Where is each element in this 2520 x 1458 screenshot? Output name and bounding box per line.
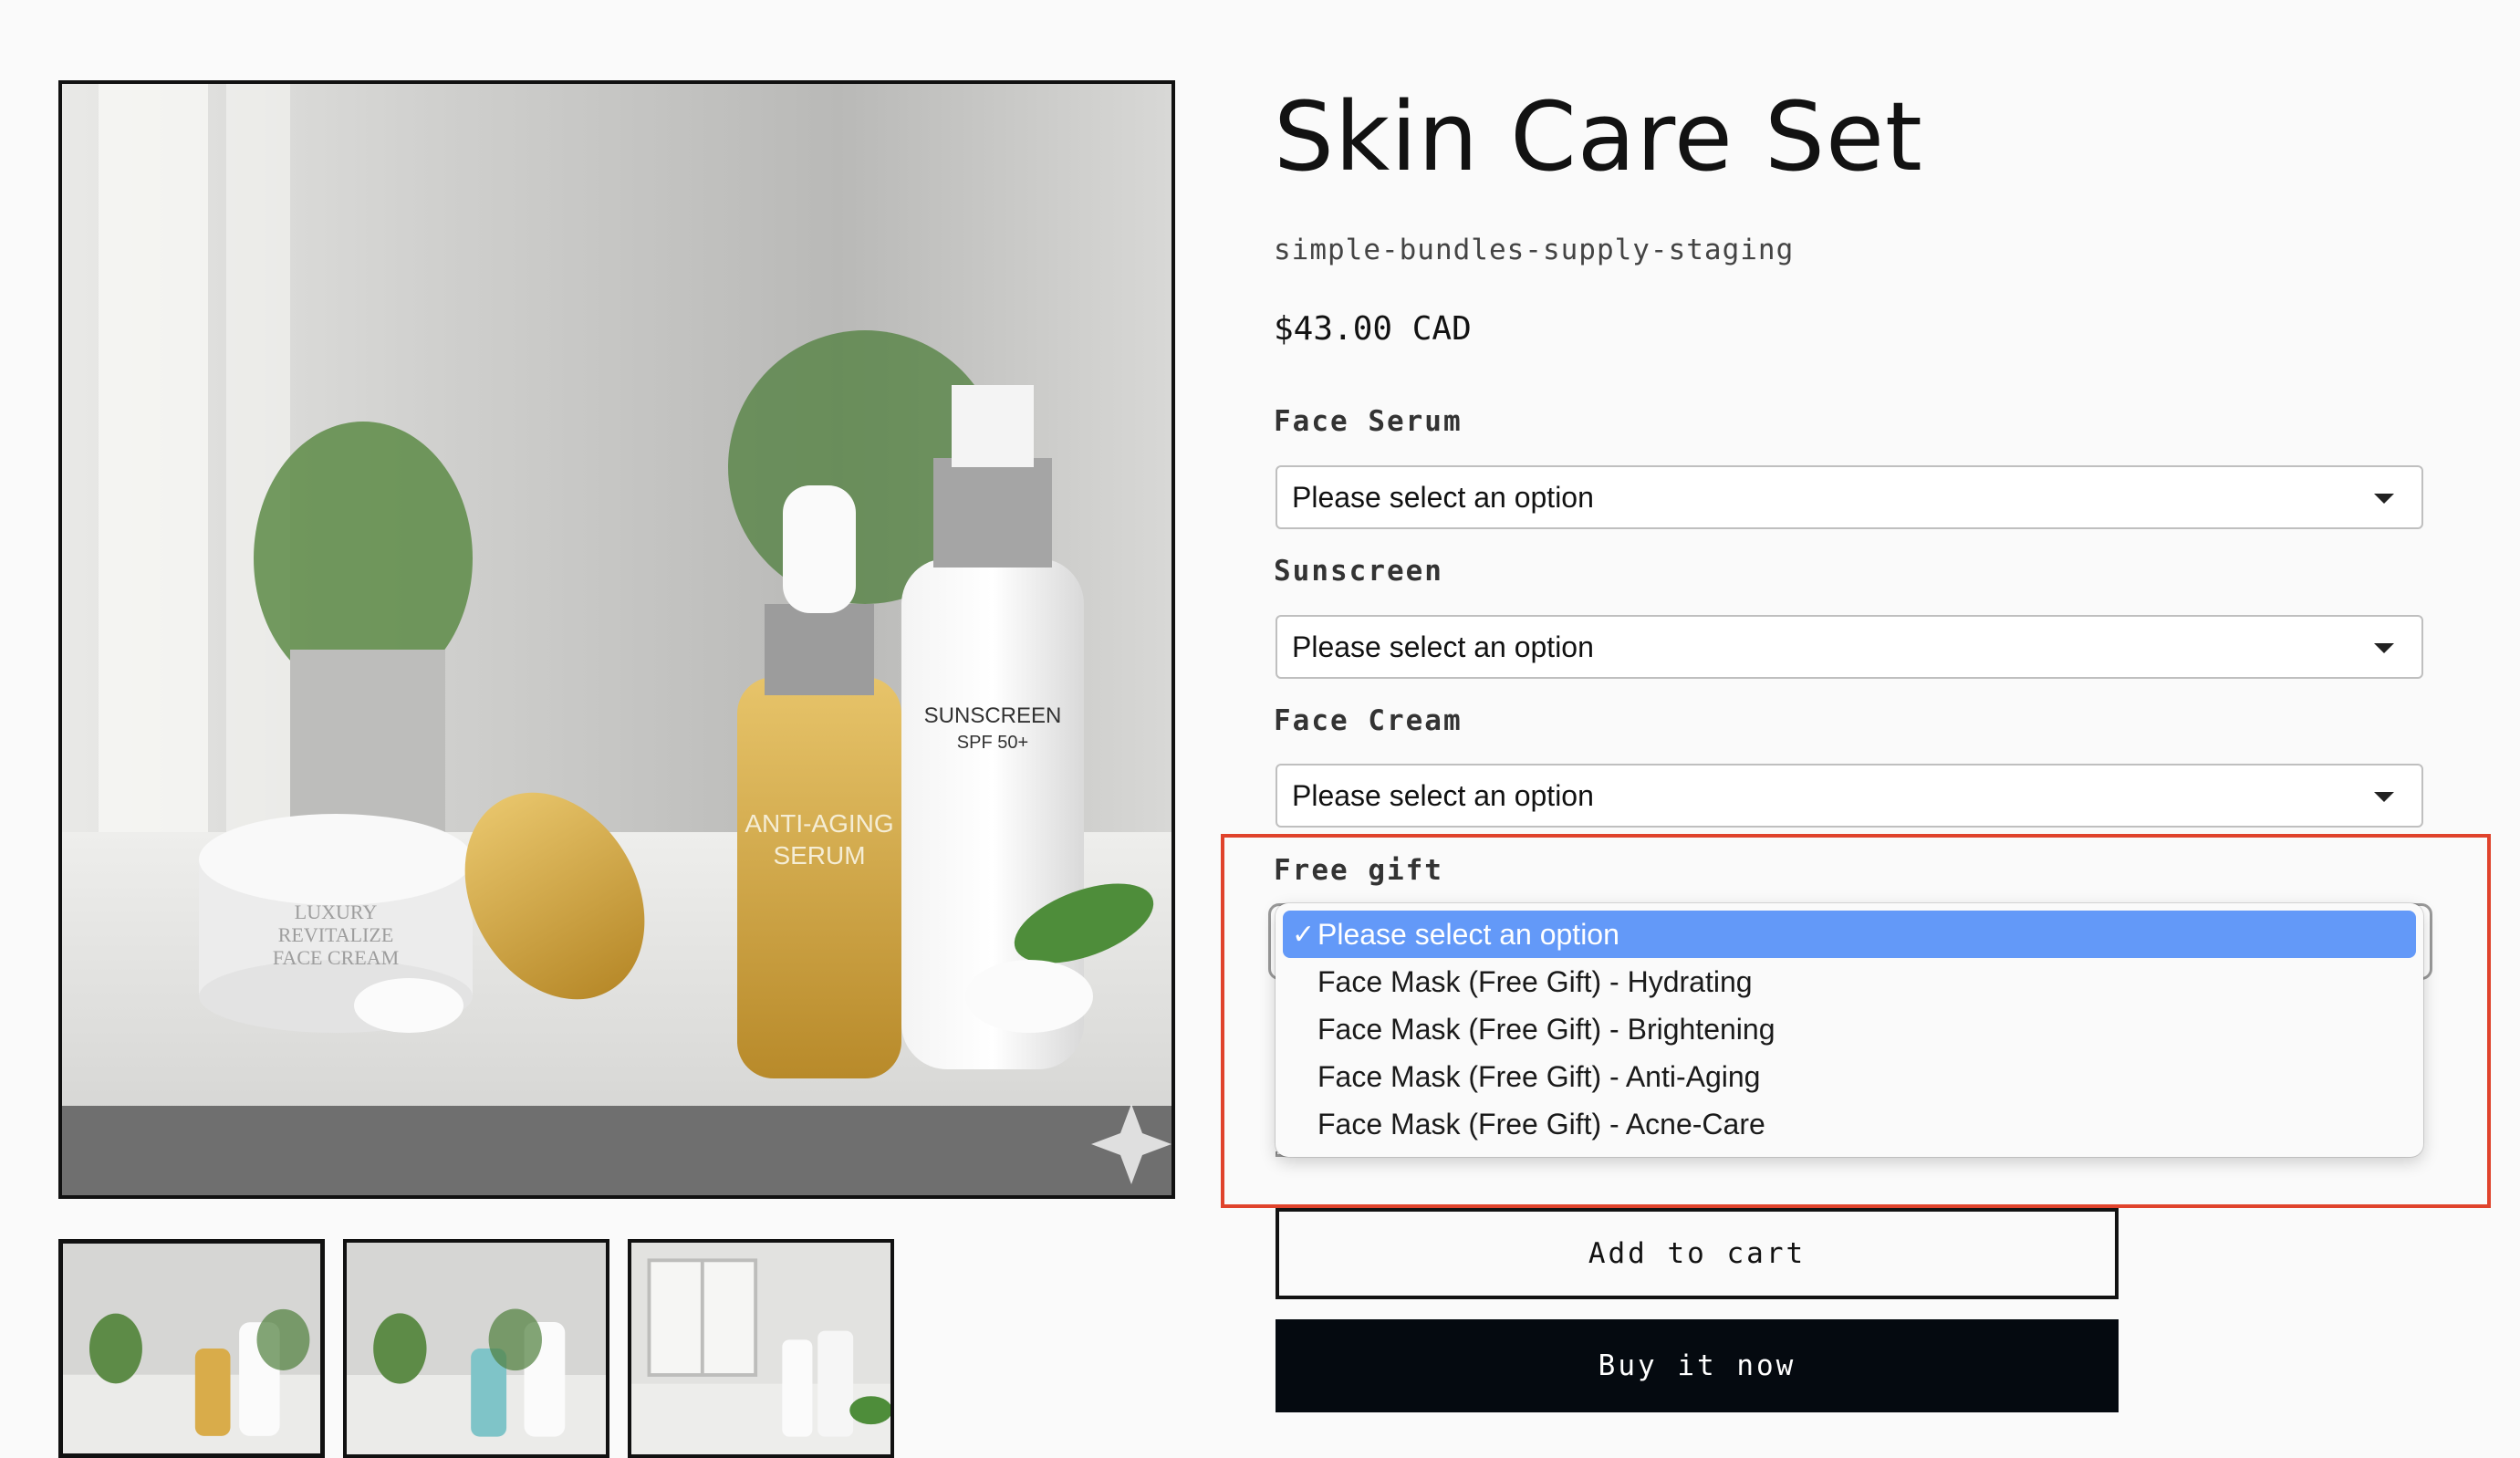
thumbnail-1[interactable] — [58, 1239, 325, 1458]
cream-label-3: FACE CREAM — [273, 946, 399, 969]
highlight-annotation-box — [1221, 834, 2491, 1208]
caret-down-icon — [2374, 494, 2394, 504]
spf-label: SPF 50+ — [957, 733, 1028, 753]
sunscreen-label: Sunscreen — [1274, 555, 1443, 588]
caret-down-icon — [2374, 643, 2394, 653]
serum-label-1: ANTI-AGING — [745, 809, 893, 838]
caret-down-icon — [2374, 792, 2394, 802]
face-serum-select[interactable]: Please select an option — [1276, 465, 2423, 529]
sunscreen-select[interactable]: Please select an option — [1276, 615, 2423, 679]
face-cream-label: Face Cream — [1274, 704, 1463, 737]
vendor-name: simple-bundles-supply-staging — [1274, 234, 1795, 266]
product-price: $43.00 CAD — [1274, 310, 1472, 348]
cream-label-1: LUXURY — [295, 901, 378, 923]
thumbnail-2[interactable] — [343, 1239, 609, 1458]
thumbnail-photo — [63, 1244, 320, 1453]
sunscreen-label: SUNSCREEN — [924, 703, 1062, 728]
cream-label-2: REVITALIZE — [278, 923, 394, 946]
face-cream-value: Please select an option — [1292, 778, 1594, 812]
add-to-cart-button[interactable]: Add to cart — [1276, 1208, 2119, 1299]
sunscreen-value: Please select an option — [1292, 630, 1594, 663]
serum-label-2: SERUM — [773, 841, 865, 870]
buy-it-now-button[interactable]: Buy it now — [1276, 1319, 2119, 1412]
product-main-image[interactable]: LUXURY REVITALIZE FACE CREAM ANTI-AGING … — [58, 80, 1175, 1199]
product-title: Skin Care Set — [1274, 81, 1923, 193]
thumbnail-3[interactable] — [628, 1239, 894, 1458]
thumbnail-photo — [347, 1243, 606, 1454]
face-cream-select[interactable]: Please select an option — [1276, 764, 2423, 828]
face-serum-label: Face Serum — [1274, 405, 1463, 438]
thumbnail-photo — [631, 1243, 890, 1454]
product-photo: LUXURY REVITALIZE FACE CREAM ANTI-AGING … — [62, 84, 1171, 1195]
face-serum-value: Please select an option — [1292, 480, 1594, 514]
